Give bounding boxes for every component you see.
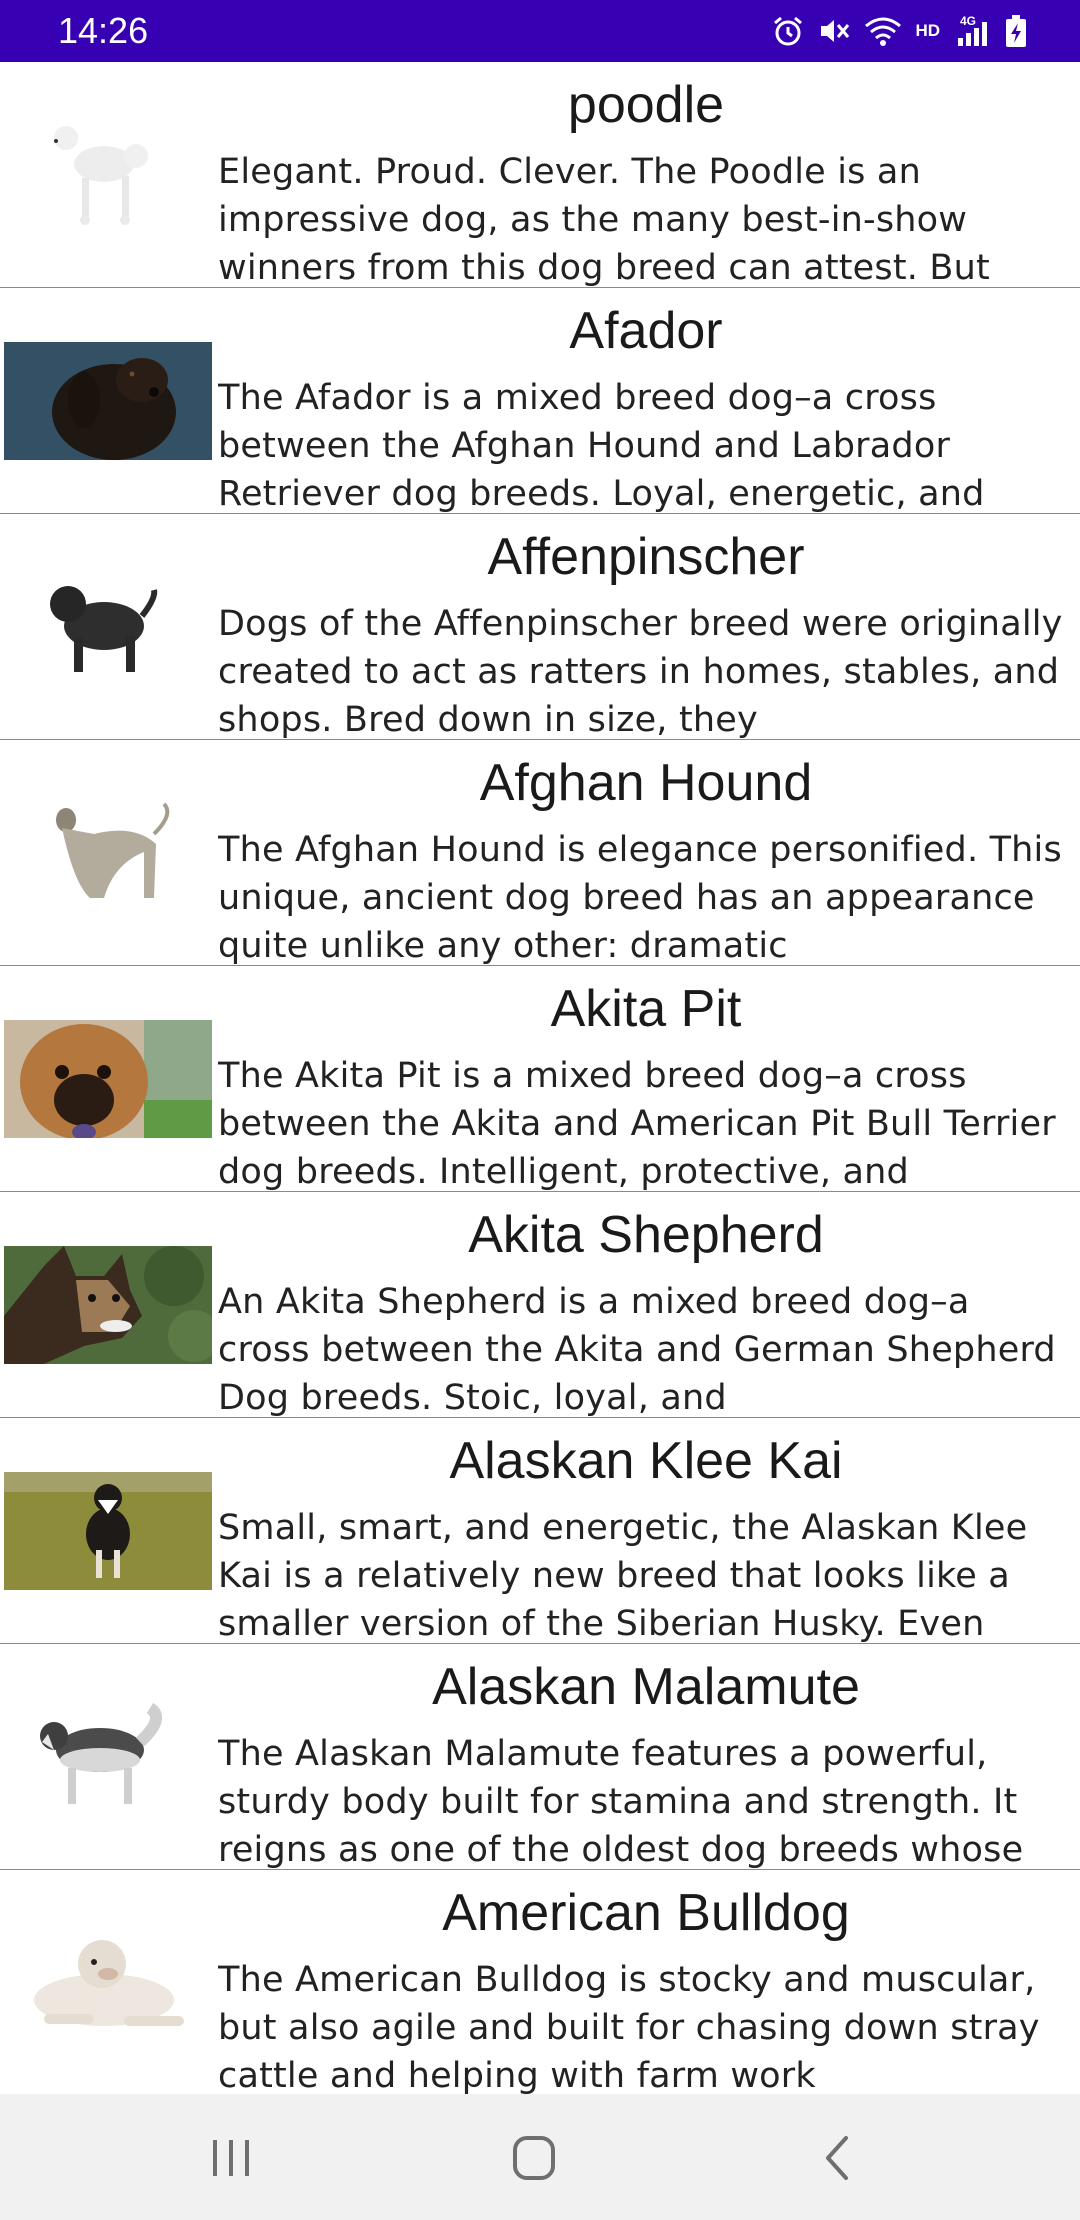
list-item[interactable]: Affenpinscher Dogs of the Affenpinscher …: [0, 514, 1080, 740]
wifi-icon: [863, 14, 903, 48]
list-item[interactable]: Afador The Afador is a mixed breed dog–a…: [0, 288, 1080, 514]
recents-button[interactable]: [202, 2130, 262, 2186]
breed-description: Elegant. Proud. Clever. The Poodle is an…: [218, 152, 990, 288]
navigation-bar: [0, 2094, 1080, 2220]
breed-name: Akita Shepherd: [468, 1206, 824, 1264]
list-item[interactable]: Afghan Hound The Afghan Hound is eleganc…: [0, 740, 1080, 966]
list-item[interactable]: American Bulldog The American Bulldog is…: [0, 1870, 1080, 2094]
breed-name: Affenpinscher: [487, 528, 805, 586]
breed-description: An Akita Shepherd is a mixed breed dog–a…: [218, 1282, 1056, 1418]
breed-description: The Afghan Hound is elegance personified…: [218, 830, 1062, 966]
breed-description: The Alaskan Malamute features a powerful…: [218, 1734, 1024, 1870]
battery-charging-icon: [1004, 14, 1028, 48]
breed-image: [4, 794, 212, 912]
breed-description: The American Bulldog is stocky and muscu…: [218, 1960, 1040, 2094]
breed-name: American Bulldog: [442, 1884, 850, 1942]
breed-image: [4, 1246, 212, 1364]
list-item[interactable]: Akita Shepherd An Akita Shepherd is a mi…: [0, 1192, 1080, 1418]
breed-name: poodle: [567, 76, 725, 134]
breed-name: Akita Pit: [550, 980, 742, 1038]
home-button[interactable]: [504, 2130, 564, 2186]
mute-icon: [817, 14, 851, 48]
signal-icon: 4G: [952, 14, 992, 48]
breed-name: Afador: [569, 302, 723, 360]
back-button[interactable]: [808, 2130, 868, 2186]
breed-image: [4, 568, 212, 686]
breed-name: Afghan Hound: [479, 754, 813, 812]
back-icon: [808, 2130, 868, 2186]
list-item[interactable]: Alaskan Malamute The Alaskan Malamute fe…: [0, 1644, 1080, 1870]
hd-indicator: HD: [915, 21, 940, 40]
alarm-icon: [771, 14, 805, 48]
breed-description: Small, smart, and energetic, the Alaskan…: [218, 1508, 1028, 1644]
breed-name: Alaskan Klee Kai: [449, 1432, 843, 1490]
home-icon: [504, 2130, 564, 2186]
breed-image: [4, 342, 212, 460]
breed-list[interactable]: poodle Elegant. Proud. Clever. The Poodl…: [0, 62, 1080, 2094]
status-time: 14:26: [58, 10, 149, 51]
breed-image: [4, 1924, 212, 2042]
breed-description: Dogs of the Affenpinscher breed were ori…: [218, 604, 1063, 740]
recents-icon: [202, 2130, 262, 2186]
breed-image: [4, 1020, 212, 1138]
breed-description: The Akita Pit is a mixed breed dog–a cro…: [218, 1056, 1056, 1192]
breed-name: Alaskan Malamute: [432, 1658, 860, 1716]
status-bar: 14:26 HD 4G: [0, 0, 1080, 62]
breed-image: [4, 1698, 212, 1816]
svg-text:4G: 4G: [960, 14, 976, 28]
list-item[interactable]: Alaskan Klee Kai Small, smart, and energ…: [0, 1418, 1080, 1644]
list-item[interactable]: Akita Pit The Akita Pit is a mixed breed…: [0, 966, 1080, 1192]
breed-image: [4, 116, 212, 234]
breed-description: The Afador is a mixed breed dog–a cross …: [218, 378, 985, 514]
breed-image: [4, 1472, 212, 1590]
list-item[interactable]: poodle Elegant. Proud. Clever. The Poodl…: [0, 62, 1080, 288]
status-icons: HD 4G: [771, 12, 1028, 50]
